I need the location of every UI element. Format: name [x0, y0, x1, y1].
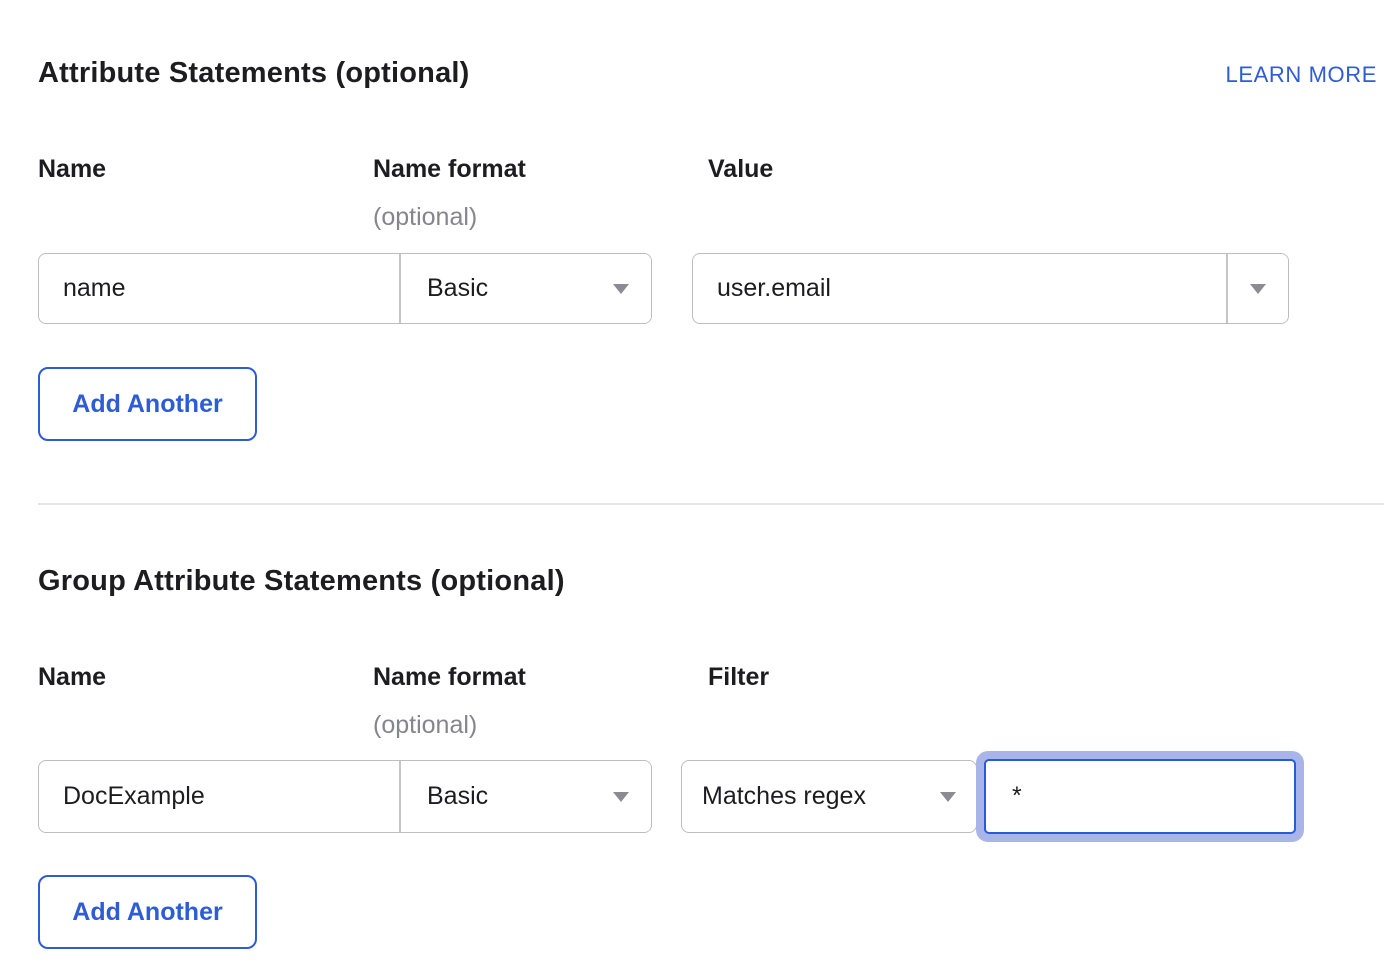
column-header-name: Name [38, 663, 106, 692]
attribute-value-dropdown-toggle[interactable] [1228, 254, 1288, 323]
learn-more-link[interactable]: LEARN MORE [1226, 62, 1377, 88]
attribute-name-group: Basic [38, 253, 652, 324]
group-attribute-name-format-select[interactable]: Basic [401, 761, 651, 832]
column-header-name-format: Name format [373, 155, 526, 184]
attribute-name-format-value: Basic [427, 274, 488, 303]
group-attribute-filter-value-focus-ring [976, 751, 1304, 842]
group-attribute-statements-title: Group Attribute Statements (optional) [38, 566, 565, 598]
chevron-down-icon [940, 792, 956, 802]
add-another-group-attribute-button[interactable]: Add Another [38, 875, 257, 949]
chevron-down-icon [613, 792, 629, 802]
group-attribute-filter-value-input[interactable] [984, 759, 1296, 834]
column-header-filter: Filter [708, 663, 769, 692]
attribute-value-group [692, 253, 1289, 324]
attribute-statements-title: Attribute Statements (optional) [38, 58, 470, 90]
group-attribute-name-format-value: Basic [427, 782, 488, 811]
saml-attribute-settings-form: Attribute Statements (optional) LEARN MO… [0, 0, 1384, 974]
attribute-name-input[interactable] [39, 254, 399, 323]
column-header-value: Value [708, 155, 773, 184]
group-attribute-name-input[interactable] [39, 761, 399, 832]
group-attribute-filter-type-select[interactable]: Matches regex [681, 760, 977, 833]
group-attribute-name-group: Basic [38, 760, 652, 833]
column-header-name-format: Name format [373, 663, 526, 692]
attribute-name-format-select[interactable]: Basic [401, 254, 651, 323]
chevron-down-icon [1250, 284, 1266, 294]
chevron-down-icon [613, 284, 629, 294]
add-another-attribute-button[interactable]: Add Another [38, 367, 257, 441]
attribute-value-input[interactable] [693, 254, 1226, 323]
column-header-name-format-note: (optional) [373, 711, 477, 740]
section-divider [38, 503, 1384, 505]
group-attribute-filter-type-value: Matches regex [702, 782, 866, 811]
column-header-name-format-note: (optional) [373, 203, 477, 232]
column-header-name: Name [38, 155, 106, 184]
